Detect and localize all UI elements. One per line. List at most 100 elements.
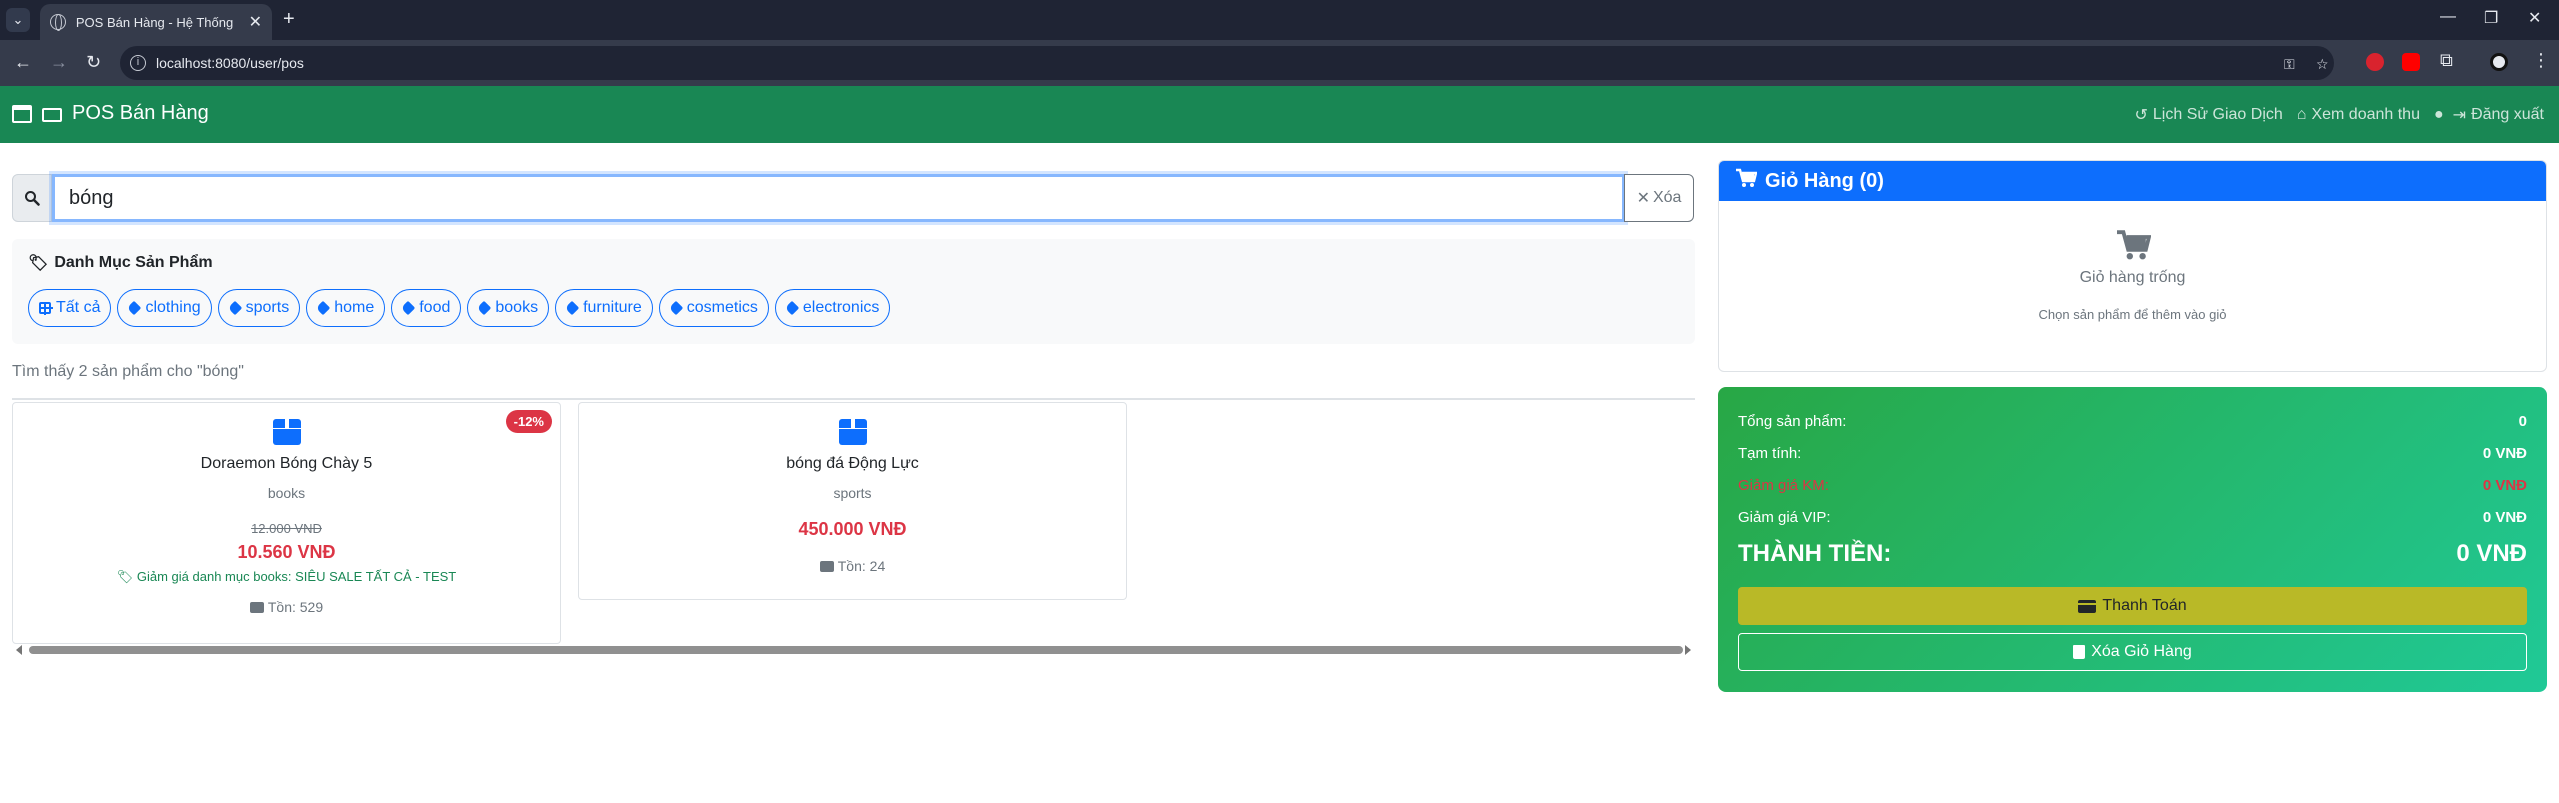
checkout-button[interactable]: Thanh Toán	[1738, 587, 2527, 625]
category-chip-clothing[interactable]: clothing	[117, 289, 212, 327]
brand[interactable]: POS Bán Hàng	[12, 102, 209, 125]
nav-link-logout-label: Đăng xuất	[2471, 106, 2544, 123]
credit-card-icon	[2078, 599, 2097, 613]
tag-icon	[315, 300, 331, 316]
nav-link-history[interactable]: ↺ Lịch Sử Giao Dịch	[2135, 105, 2283, 125]
minimize-icon[interactable]: —	[2440, 8, 2456, 26]
bookmark-star-icon[interactable]: ☆	[2316, 56, 2329, 73]
address-bar[interactable]: i localhost:8080/user/pos ⚿ ☆	[120, 46, 2334, 80]
product-name: bóng đá Động Lực	[786, 455, 919, 472]
category-chip-label: sports	[245, 299, 290, 316]
new-tab-icon[interactable]: +	[283, 8, 295, 30]
category-chip-home[interactable]: home	[306, 289, 386, 327]
category-panel: 🏷 Danh Mục Sản Phẩm Tất cả clothing spor…	[12, 239, 1695, 344]
reload-icon[interactable]: ↻	[86, 51, 101, 73]
nav-link-revenue[interactable]: ⌂ Xem doanh thu	[2297, 106, 2420, 124]
product-price: 450.000 VNĐ	[798, 519, 907, 539]
category-title: 🏷 Danh Mục Sản Phẩm	[28, 253, 213, 273]
category-chip-label: food	[419, 299, 451, 316]
clear-cart-button[interactable]: Xóa Giỏ Hàng	[1738, 633, 2527, 671]
extension-red-icon[interactable]	[2366, 53, 2384, 71]
category-chip-label: clothing	[145, 299, 201, 316]
category-chip-sports[interactable]: sports	[217, 289, 301, 327]
discount-badge: -12%	[505, 410, 552, 433]
summary-value: 0 VNĐ	[2482, 509, 2527, 526]
user-icon: ●	[2433, 106, 2444, 123]
cubes-icon	[819, 561, 834, 572]
search-icon	[12, 174, 52, 222]
cart-body: Giỏ hàng trống Chọn sản phẩm để thêm vào…	[1719, 229, 2546, 322]
category-chip-label: cosmetics	[686, 299, 758, 316]
product-card[interactable]: bóng đá Động Lực sports 450.000 VNĐ Tồn:…	[578, 402, 1127, 600]
extensions-puzzle-icon[interactable]: ⧉	[2440, 49, 2453, 71]
category-chip-books[interactable]: books	[467, 289, 550, 327]
app-navbar: POS Bán Hàng ↺ Lịch Sử Giao Dịch ⌂ Xem d…	[0, 86, 2559, 143]
nav-link-history-label: Lịch Sử Giao Dịch	[2152, 106, 2283, 123]
window-close-icon[interactable]: ✕	[2528, 8, 2541, 28]
clear-search-button[interactable]: ✕ Xóa	[1624, 174, 1694, 222]
category-chip-food[interactable]: food	[391, 289, 462, 327]
scroll-right-icon[interactable]	[1685, 645, 1691, 655]
cash-register-icon	[42, 107, 62, 122]
password-key-icon[interactable]: ⚿	[2284, 56, 2295, 73]
browser-menu-icon[interactable]: ⋮	[2532, 49, 2550, 71]
summary-label: THÀNH TIỀN:	[1738, 540, 1892, 567]
product-stock: Tồn: 24	[579, 558, 1126, 574]
category-chip-furniture[interactable]: furniture	[555, 289, 653, 327]
scroll-left-icon[interactable]	[16, 645, 22, 655]
horizontal-scrollbar[interactable]	[12, 644, 1695, 658]
cart-title: Giỏ Hàng (0)	[1765, 169, 1884, 192]
nav-user[interactable]: ●	[2434, 106, 2449, 124]
tab-search-menu-icon[interactable]: ⌄	[6, 8, 30, 32]
back-icon[interactable]: ←	[14, 51, 32, 73]
product-category: sports	[833, 485, 872, 501]
summary-value: 0	[2518, 413, 2527, 430]
category-list: Tất cả clothing sports home food books f…	[28, 289, 896, 327]
tag-icon	[127, 300, 142, 316]
browser-tab-bar: ⌄ POS Bán Hàng - Hệ Thống Quản Lý ✕ + — …	[0, 0, 2559, 40]
search-input[interactable]	[49, 171, 1628, 225]
globe-icon	[50, 14, 66, 31]
summary-row-total-items: Tổng sản phẩm: 0	[1738, 413, 2527, 430]
grid-icon	[39, 302, 53, 315]
search-group: ✕ Xóa	[12, 171, 1695, 225]
store-icon	[12, 104, 32, 123]
order-summary: Tổng sản phẩm: 0 Tạm tính: 0 VNĐ Giảm gi…	[1718, 387, 2547, 692]
product-discount-note: 🏷 Giảm giá danh mục books: SIÊU SALE TẤT…	[13, 569, 560, 585]
product-stock-text: Tồn: 529	[267, 599, 324, 615]
summary-row-promo: Giảm giá KM: 0 VNĐ	[1738, 477, 2527, 494]
trash-icon	[2073, 645, 2086, 659]
browser-tab[interactable]: POS Bán Hàng - Hệ Thống Quản Lý ✕	[40, 4, 272, 40]
cart-icon	[1735, 168, 1758, 194]
tag-icon	[401, 300, 416, 316]
nav-link-logout[interactable]: ⇥ Đăng xuất	[2453, 105, 2544, 125]
clear-search-label: Xóa	[1652, 189, 1682, 206]
cart-empty-icon	[2115, 229, 2151, 261]
category-chip-electronics[interactable]: electronics	[774, 289, 891, 327]
scrollbar-thumb[interactable]	[29, 646, 1683, 654]
product-card[interactable]: -12% Doraemon Bóng Chày 5 books 12.000 V…	[12, 402, 561, 644]
extension-youtube-icon[interactable]	[2402, 53, 2420, 71]
summary-label: Giảm giá VIP:	[1738, 509, 1831, 526]
product-name: Doraemon Bóng Chày 5	[200, 455, 373, 472]
forward-icon[interactable]: →	[50, 51, 68, 73]
restore-icon[interactable]: ❐	[2484, 8, 2498, 28]
x-icon: ✕	[1636, 190, 1650, 207]
product-stock: Tồn: 529	[13, 599, 560, 615]
summary-value: 0 VNĐ	[2482, 445, 2527, 462]
category-chip-cosmetics[interactable]: cosmetics	[658, 289, 769, 327]
tag-icon: 🏷	[116, 569, 134, 584]
logout-icon: ⇥	[2452, 107, 2467, 124]
profile-avatar-icon[interactable]	[2490, 53, 2508, 71]
results-count: Tìm thấy 2 sản phẩm cho "bóng"	[12, 363, 244, 380]
tag-icon	[668, 300, 683, 316]
checkout-label: Thanh Toán	[2102, 597, 2187, 614]
url-text: localhost:8080/user/pos	[156, 55, 304, 71]
site-info-icon[interactable]: i	[130, 55, 146, 71]
summary-label: Tạm tính:	[1738, 445, 1802, 462]
category-chip-all[interactable]: Tất cả	[28, 289, 112, 327]
tab-close-icon[interactable]: ✕	[249, 12, 262, 32]
category-chip-label: Tất cả	[56, 299, 101, 316]
tag-icon	[564, 300, 580, 316]
cubes-icon	[249, 602, 264, 613]
